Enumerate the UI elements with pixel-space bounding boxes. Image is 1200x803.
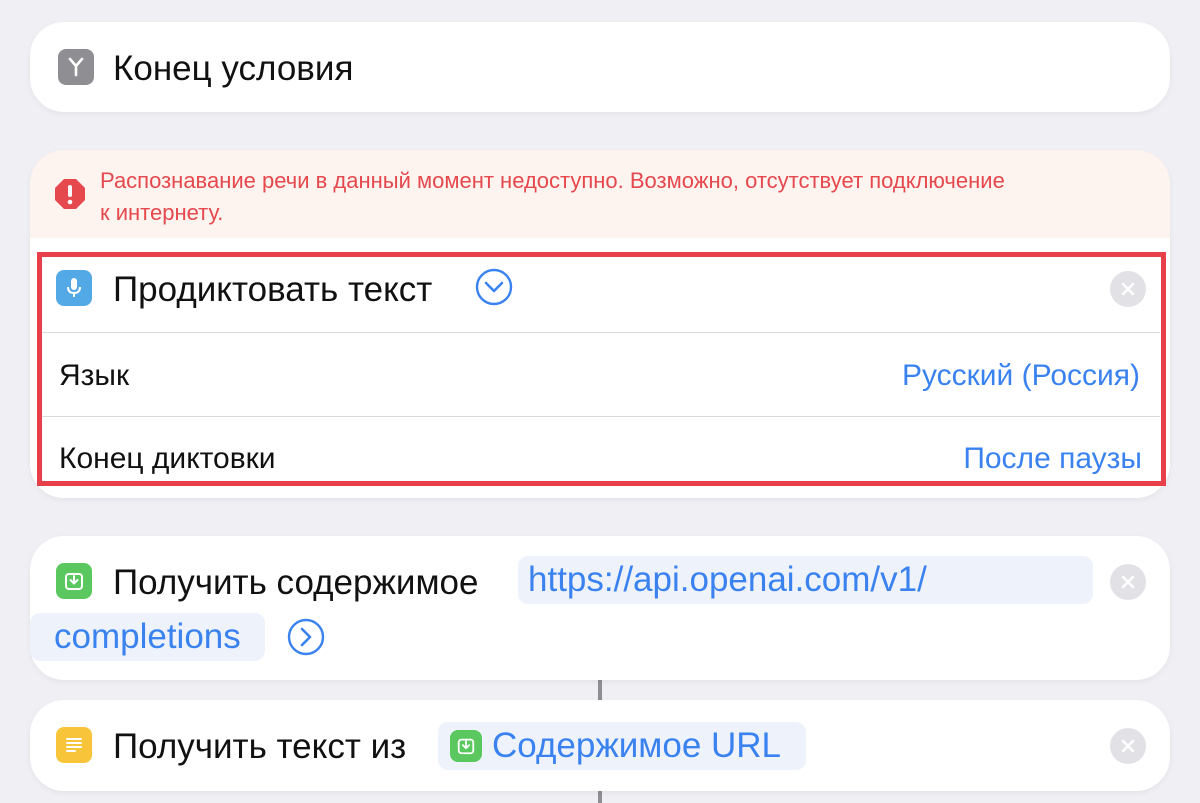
url-text-part2: completions bbox=[54, 617, 241, 656]
close-icon[interactable] bbox=[1110, 271, 1146, 307]
connector-line bbox=[598, 680, 602, 700]
connector-line bbox=[598, 791, 602, 803]
get-text-card[interactable]: Получить текст из Содержимое URL bbox=[30, 700, 1170, 791]
close-icon[interactable] bbox=[1110, 728, 1146, 764]
dictate-text-card[interactable]: Распознавание речи в данный момент недос… bbox=[30, 150, 1170, 498]
chevron-right-icon[interactable] bbox=[287, 618, 325, 656]
end-dictation-row[interactable]: Конец диктовки После паузы bbox=[30, 417, 1170, 498]
error-banner: Распознавание речи в данный момент недос… bbox=[30, 150, 1170, 238]
language-label: Язык bbox=[59, 359, 130, 392]
end-condition-card[interactable]: Конец условия bbox=[30, 22, 1170, 112]
get-contents-title: Получить содержимое bbox=[113, 563, 479, 602]
dictate-text-title: Продиктовать текст bbox=[113, 270, 433, 309]
chevron-down-icon[interactable] bbox=[475, 268, 513, 306]
error-message-line2: к интернету. bbox=[100, 200, 224, 225]
download-icon bbox=[56, 563, 92, 599]
url-token-part2[interactable]: completions bbox=[30, 613, 265, 661]
language-value[interactable]: Русский (Россия) bbox=[902, 359, 1140, 393]
close-icon[interactable] bbox=[1110, 564, 1146, 600]
error-message-line1: Распознавание речи в данный момент недос… bbox=[100, 168, 1005, 193]
branch-icon bbox=[58, 49, 94, 85]
get-text-title: Получить текст из bbox=[113, 727, 407, 766]
url-contents-label: Содержимое URL bbox=[492, 726, 782, 765]
get-contents-card[interactable]: Получить содержимое https://api.openai.c… bbox=[30, 536, 1170, 680]
end-dictation-value[interactable]: После паузы bbox=[963, 442, 1142, 476]
text-lines-icon bbox=[56, 727, 92, 763]
language-row[interactable]: Язык Русский (Россия) bbox=[30, 333, 1170, 415]
download-icon bbox=[450, 730, 482, 762]
error-icon bbox=[54, 178, 86, 210]
end-condition-title: Конец условия bbox=[113, 49, 354, 88]
url-text-part1: https://api.openai.com/v1/ bbox=[528, 560, 927, 599]
url-token-part1[interactable]: https://api.openai.com/v1/ bbox=[518, 556, 1093, 604]
url-contents-token[interactable]: Содержимое URL bbox=[438, 722, 806, 770]
microphone-icon bbox=[56, 270, 92, 306]
end-dictation-label: Конец диктовки bbox=[59, 442, 276, 475]
